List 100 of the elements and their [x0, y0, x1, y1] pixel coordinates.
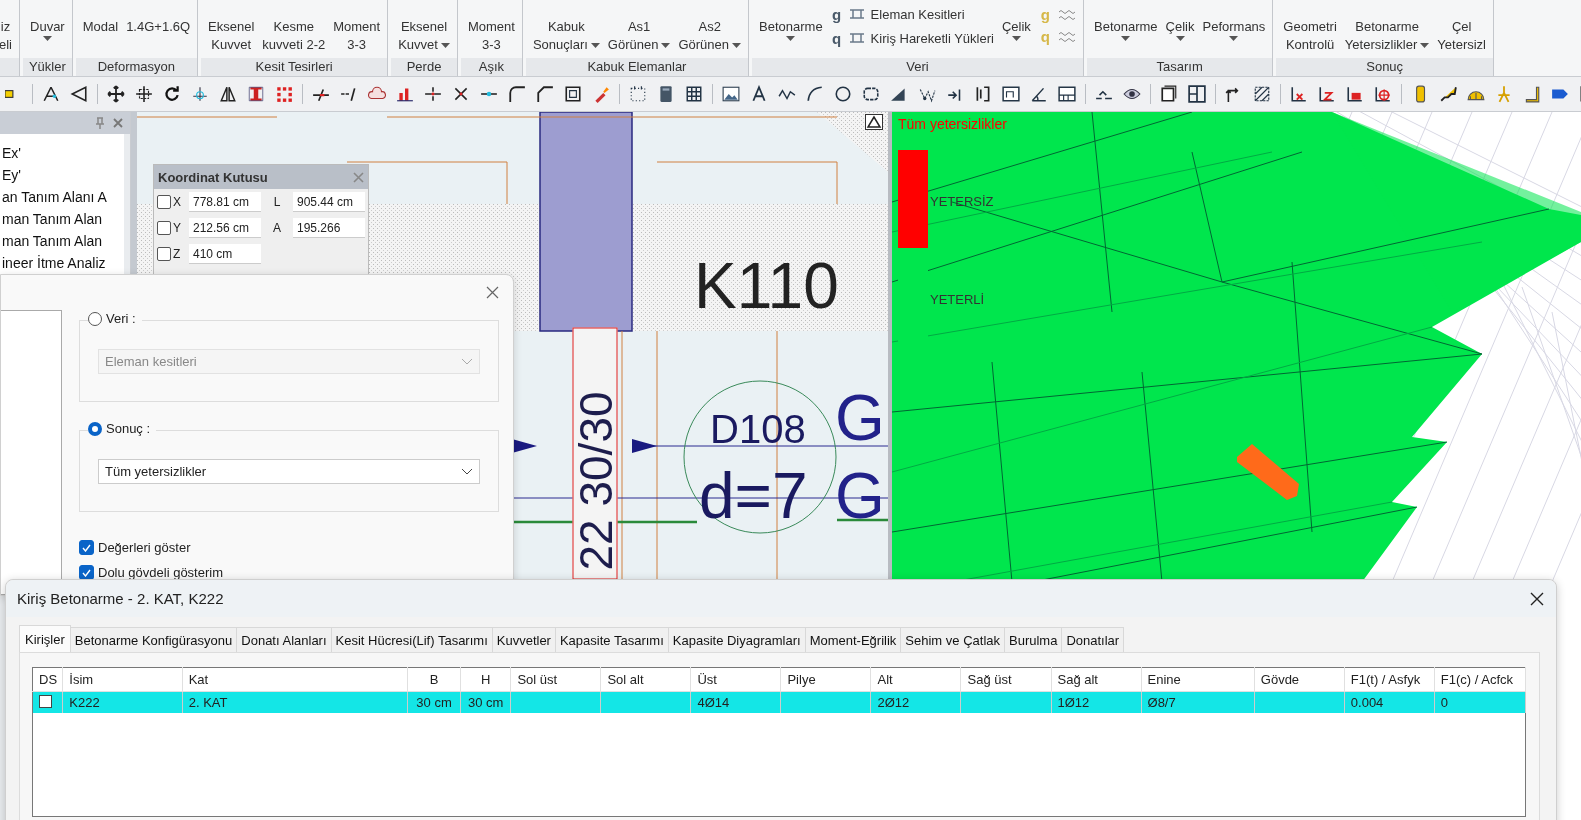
ribbon-button[interactable]: As2 Görünen [674, 18, 745, 54]
table-cell: 30 cm [416, 695, 452, 710]
list-item[interactable]: man Tanım Alan [0, 208, 124, 230]
ribbon-group-label: Yükler [23, 58, 72, 76]
close-icon[interactable] [1530, 591, 1544, 606]
coordinate-field[interactable]: 778.81 cm [189, 192, 261, 212]
coordinate-field[interactable]: 410 cm [189, 244, 261, 264]
ribbon-button[interactable]: Kabuk Sonuçları [528, 18, 604, 54]
check-icon [82, 568, 91, 577]
column-header[interactable]: Sağ alt [1051, 667, 1141, 692]
checkbox[interactable] [157, 195, 171, 209]
ribbon-group-label: Perde [391, 58, 457, 76]
legend-label: YETERLİ [930, 292, 985, 307]
checkbox[interactable] [39, 695, 52, 708]
column-header[interactable]: Üst [690, 667, 781, 692]
ribbon-small-button[interactable]: q Kiriş Hareketli Yükleri [830, 28, 994, 48]
check-icon [82, 543, 91, 552]
axis-label: X [172, 195, 182, 209]
ribbon-button[interactable]: Duvar [26, 18, 69, 41]
radio-button[interactable]: Sonuç : [88, 421, 157, 436]
checkbox[interactable] [157, 221, 171, 235]
dropdown[interactable]: Tüm yetersizlikler [98, 459, 480, 484]
ribbon-small-button[interactable]: g Eleman Kesitleri [830, 4, 994, 24]
column-header[interactable]: F1(t) / Asfyk [1344, 667, 1435, 692]
arrow-icon [632, 439, 657, 453]
dropdown-value: Tüm yetersizlikler [105, 464, 207, 479]
tag-label: D108 [710, 409, 806, 449]
ribbon-button[interactable]: Betonarme [755, 18, 827, 41]
column-header[interactable]: F1(c) / Acfck [1434, 667, 1526, 692]
field-label: A [272, 221, 282, 235]
checkbox[interactable] [79, 540, 94, 555]
ribbon-button[interactable]: Çelik [997, 18, 1035, 41]
ribbon-group-label: Kabuk Elemanlar [525, 58, 748, 76]
axis-label: Z [172, 247, 182, 261]
legend-label: YETERSİZ [930, 194, 994, 209]
ribbon-group-label: Veri [752, 58, 1083, 76]
column-header[interactable]: B [407, 667, 461, 692]
beam-icon [848, 7, 865, 21]
tab[interactable]: Donatılar [1061, 627, 1125, 652]
failed-beam [1237, 444, 1299, 500]
column-header[interactable]: Alt [870, 667, 961, 692]
checkbox[interactable] [157, 247, 171, 261]
table-cell: 1Ø12 [1057, 695, 1090, 710]
table-cell: K222 [69, 695, 100, 710]
section-label: 22 30/30 [572, 327, 618, 580]
wave-icon [1058, 30, 1076, 42]
column-header[interactable]: H [460, 667, 511, 692]
wave-icon [1058, 8, 1076, 20]
coordinate-field[interactable]: 212.56 cm [189, 218, 261, 238]
list-item[interactable]: Ey' [0, 164, 124, 186]
ribbon-button[interactable]: 1.4G+1.6Q [122, 18, 195, 36]
ribbon-button[interactable]: Modal [78, 18, 123, 36]
tab[interactable]: Kirişler [19, 625, 71, 652]
column-header[interactable]: Sol üst [510, 667, 601, 692]
beam-label: K110 [694, 254, 839, 318]
ribbon-button[interactable]: Betonarme Yetersizlikler [1340, 18, 1434, 54]
ribbon-button[interactable]: Çel Yetersizl [1433, 18, 1490, 54]
axis-label: G [835, 464, 885, 528]
radio-label: Veri : [106, 311, 136, 326]
column-header[interactable]: DS [32, 667, 63, 692]
axis-label: G [835, 386, 885, 450]
ribbon-group-label: Tasarım [1087, 58, 1273, 76]
column-header[interactable]: Sağ üst [961, 667, 1051, 692]
coordinate-field[interactable]: 905.44 cm [293, 192, 365, 212]
radio-button[interactable]: Veri : [88, 311, 142, 326]
ribbon-button[interactable]: Moment 3-3 [463, 18, 519, 54]
ribbon-button[interactable]: Geometri Kontrolü [1279, 18, 1341, 54]
ribbon-button[interactable]: Eksenel Kuvvet [204, 18, 259, 54]
ribbon-button[interactable]: As1 Görünen [603, 18, 675, 54]
ribbon-button[interactable]: Eksenel Kuvvet [394, 18, 454, 54]
radio-label: Sonuç : [106, 421, 151, 436]
column-header[interactable]: Enine [1141, 667, 1255, 692]
ribbon-button[interactable]: Betonarme [1090, 18, 1162, 41]
table-cell: 30 cm [467, 695, 504, 710]
chevron-icon [461, 358, 473, 365]
coordinate-field[interactable]: 195.266 [293, 218, 365, 238]
column-header[interactable]: Gövde [1254, 667, 1345, 692]
column-header[interactable]: Kat [182, 667, 408, 692]
table-cell: Ø8/7 [1147, 695, 1176, 710]
list-item[interactable]: Ex' [0, 142, 124, 164]
list-item[interactable]: an Tanım Alanı A [0, 186, 124, 208]
column-header[interactable]: Sol alt [600, 667, 691, 692]
column-header[interactable]: Pilye [780, 667, 871, 692]
table-cell: 2. KAT [188, 695, 228, 710]
panel-title: Koordinat Kutusu [158, 169, 268, 185]
ribbon-button[interactable]: Kesme kuvveti 2-2 [258, 18, 330, 54]
ribbon-button[interactable]: Çelik [1161, 18, 1199, 41]
ribbon-button[interactable]: Moment 3-3 [329, 18, 385, 54]
ribbon-button[interactable]: Peformans [1198, 18, 1270, 41]
checkbox-option[interactable]: Değerleri göster [79, 540, 499, 555]
tag-label: d=7 [699, 464, 808, 528]
column-header[interactable]: İsim [62, 667, 183, 692]
list-item[interactable]: ineer İtme Analiz [0, 252, 124, 274]
triangle-icon[interactable] [865, 114, 883, 130]
list-item[interactable]: man Tanım Alan [0, 230, 124, 252]
axis-label: Y [172, 221, 182, 235]
ribbon-group-label: Kesit Tesirleri [201, 58, 388, 76]
table-row[interactable]: K222 2. KAT 30 cm 30 cm 4Ø14 2Ø12 1Ø12 Ø8/7 0.004 0 [32, 691, 1526, 713]
ribbon-button[interactable]: iz eli [0, 18, 16, 54]
field-label: L [272, 195, 282, 209]
